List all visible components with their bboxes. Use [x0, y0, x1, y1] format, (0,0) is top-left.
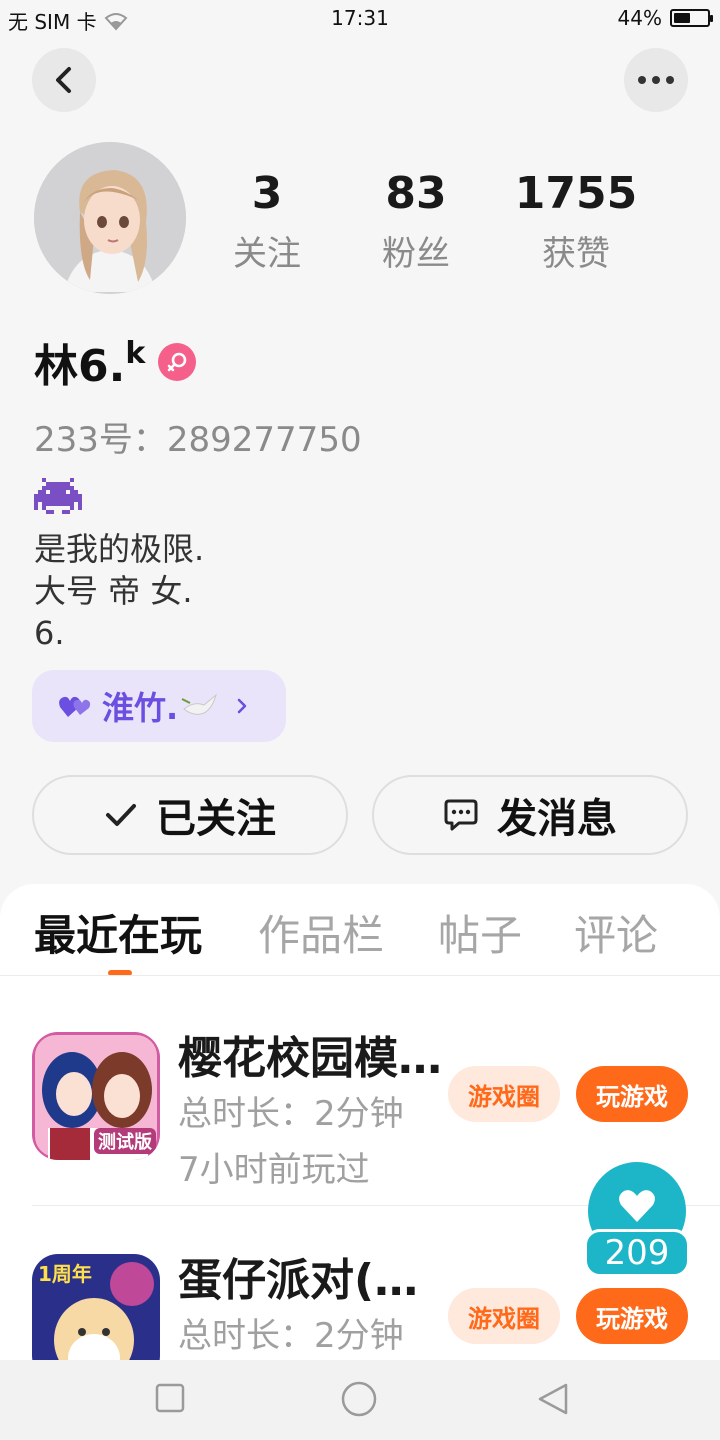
avatar-girl-illustration: [34, 142, 186, 294]
club-chip[interactable]: 淮竹.: [32, 670, 286, 742]
gender-female-icon: [158, 343, 196, 381]
system-nav-bar: [0, 1360, 720, 1440]
tab-posts[interactable]: 帖子: [438, 902, 522, 963]
game-circle-button[interactable]: 游戏圈: [448, 1066, 560, 1122]
game-duration: 总时长：2分钟: [178, 1094, 404, 1134]
bio-line: 6.: [34, 614, 65, 652]
back-button[interactable]: [32, 48, 96, 112]
game-title: 樱花校园模…: [178, 1033, 442, 1084]
game-circle-button[interactable]: 游戏圈: [448, 1288, 560, 1344]
status-time: 17:31: [331, 6, 389, 30]
checkmark-icon: [106, 804, 136, 826]
club-name: 淮竹.: [102, 689, 179, 727]
chevron-right-icon: [237, 698, 247, 714]
game-icon-sakura[interactable]: 测试版: [32, 1032, 160, 1160]
game-icon-eggy-party[interactable]: 1周年: [32, 1254, 160, 1364]
following-label: 关注: [233, 234, 301, 274]
more-dots-icon: [638, 76, 674, 84]
following-button-label: 已关注: [156, 796, 276, 842]
play-game-button[interactable]: 玩游戏: [576, 1288, 688, 1344]
stat-likes[interactable]: 1755 获赞: [501, 166, 651, 275]
play-game-button[interactable]: 玩游戏: [576, 1066, 688, 1122]
username-text: 林6.: [34, 341, 126, 392]
message-button[interactable]: 发消息: [372, 775, 688, 855]
stat-following[interactable]: 3 关注: [192, 166, 342, 275]
battery-level: [674, 13, 690, 23]
bio-line: 大号 帝 女.: [34, 572, 193, 610]
username-sup: k: [125, 336, 146, 371]
game-title: 蛋仔派对(…: [178, 1255, 419, 1306]
content-panel: 最近在玩 作品栏 帖子 评论 测试版 樱花校园模… 总时长：2分钟 7小时前玩过…: [0, 884, 720, 1364]
game-icon-badge: 测试版: [94, 1128, 156, 1154]
tab-recent-play[interactable]: 最近在玩: [34, 902, 202, 963]
heart-icon: [619, 1190, 655, 1222]
battery-percent: 44%: [617, 6, 662, 30]
recent-apps-icon[interactable]: [154, 1382, 186, 1414]
following-button[interactable]: 已关注: [32, 775, 348, 855]
message-button-label: 发消息: [497, 796, 617, 842]
tab-bar: 最近在玩 作品栏 帖子 评论: [0, 902, 720, 962]
chat-bubble-icon: [444, 799, 478, 831]
back-triangle-icon[interactable]: [536, 1382, 570, 1416]
battery-icon: [670, 9, 713, 27]
pixel-alien-emoji-icon: [34, 478, 82, 514]
chevron-left-icon: [56, 67, 71, 93]
likes-count: 1755: [514, 168, 638, 219]
female-symbol-icon: [167, 352, 187, 372]
following-count: 3: [251, 168, 283, 219]
stat-followers[interactable]: 83 粉丝: [341, 166, 491, 275]
game-last-played: 7小时前玩过: [178, 1150, 370, 1190]
double-heart-icon: [59, 696, 91, 717]
bio: 是我的极限. 大号 帝 女. 6.: [34, 478, 204, 654]
dove-icon: [181, 693, 218, 715]
bio-line: 是我的极限.: [34, 530, 205, 568]
tab-comments[interactable]: 评论: [574, 902, 658, 963]
username: 林6.k: [34, 330, 145, 394]
home-icon[interactable]: [340, 1380, 378, 1418]
user-id: 233号：289277750: [34, 420, 362, 460]
game-icon-badge: 1周年: [38, 1262, 92, 1286]
game-duration: 总时长：2分钟: [178, 1316, 404, 1356]
followers-label: 粉丝: [382, 234, 450, 274]
status-battery: 44%: [617, 6, 713, 30]
like-count: 209: [584, 1229, 690, 1277]
avatar[interactable]: [34, 142, 186, 294]
likes-label: 获赞: [542, 234, 610, 274]
more-button[interactable]: [624, 48, 688, 112]
tab-divider: [0, 975, 720, 976]
followers-count: 83: [385, 168, 447, 219]
tab-works[interactable]: 作品栏: [258, 902, 384, 963]
